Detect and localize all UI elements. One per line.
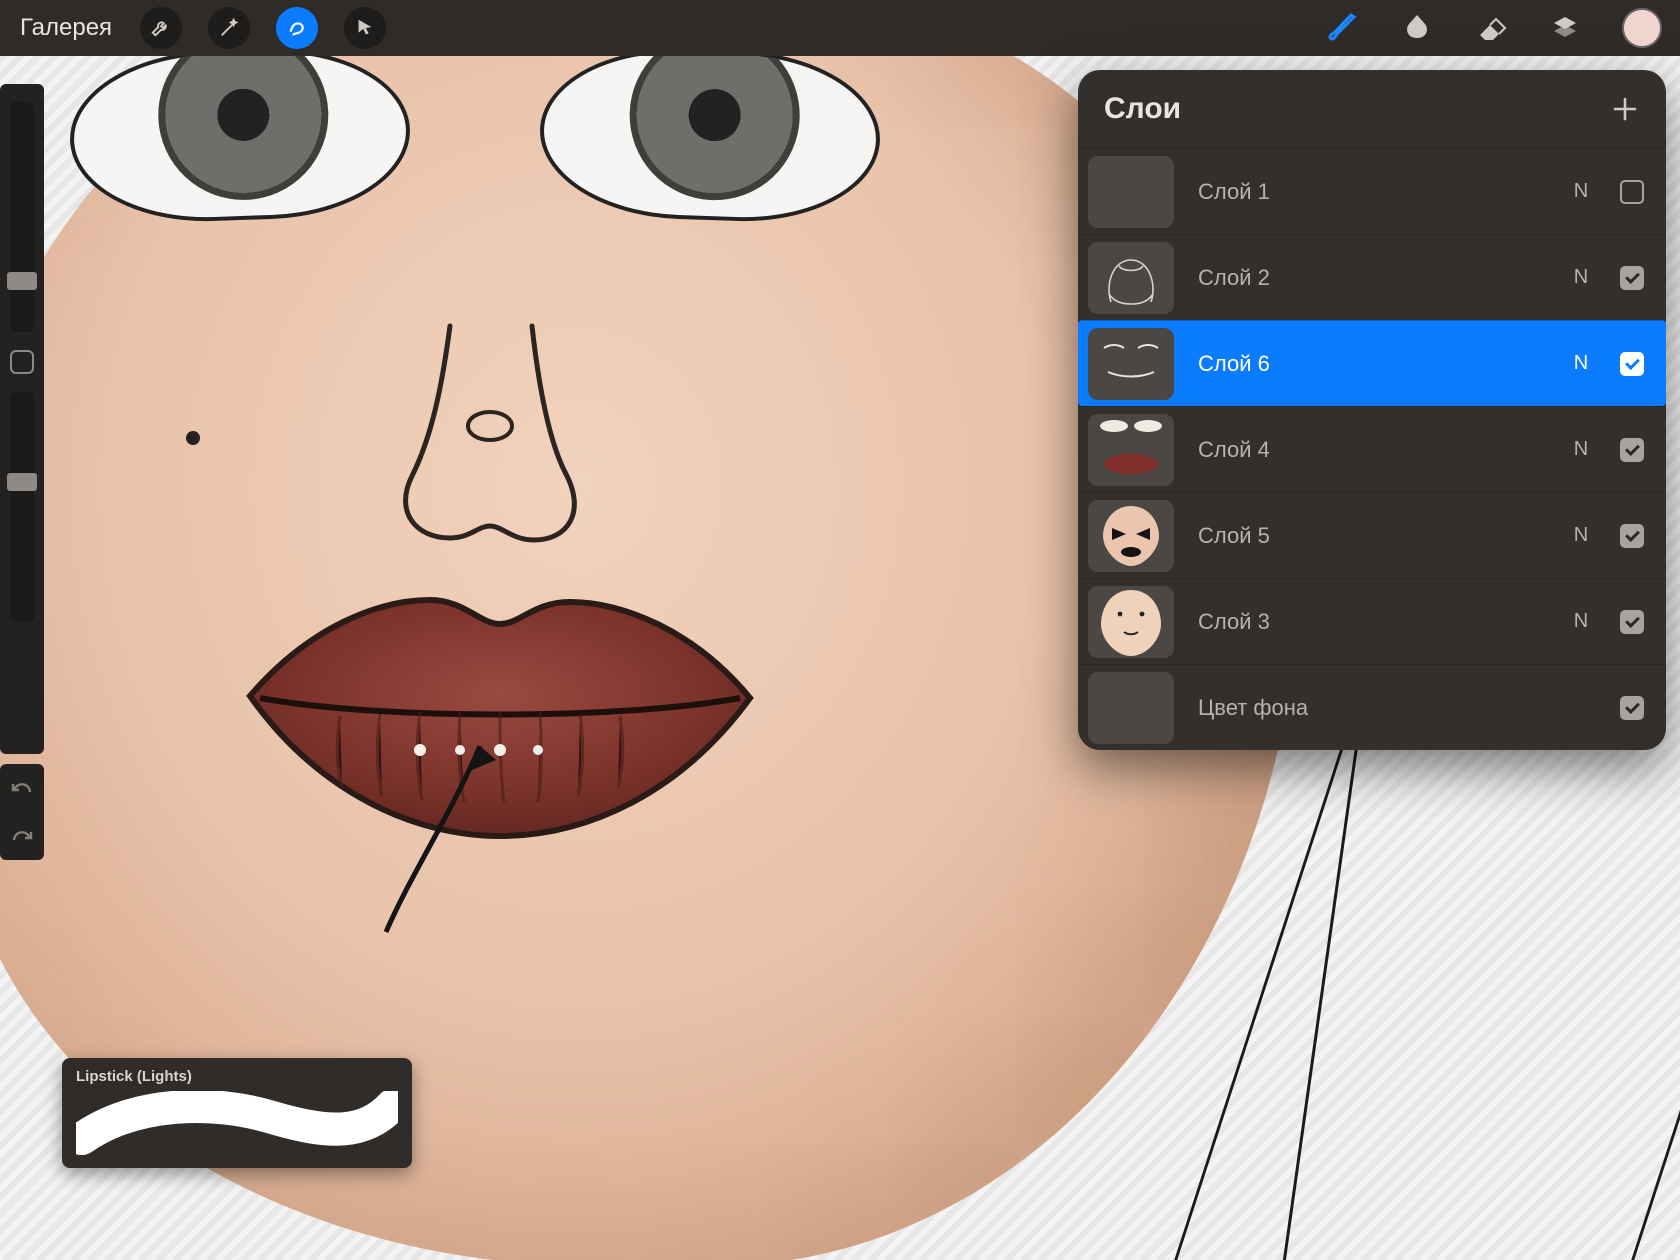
layer-thumb [1088, 242, 1174, 314]
layer-label: Слой 6 [1198, 351, 1542, 377]
layers-icon [1548, 11, 1582, 45]
top-toolbar-left: Галерея [18, 7, 386, 49]
left-slider-dock [0, 84, 44, 754]
layer-label: Цвет фона [1198, 695, 1542, 721]
layer-row-background[interactable]: Цвет фона N [1078, 664, 1666, 750]
select-tool-button[interactable] [276, 7, 318, 49]
artwork-mole [186, 431, 200, 445]
wand-tool-button[interactable] [208, 7, 250, 49]
layer-visibility-checkbox[interactable] [1620, 696, 1644, 720]
top-toolbar: Галерея [0, 0, 1680, 56]
layer-row-4[interactable]: Слой 4 N [1078, 406, 1666, 492]
layer-blend-letter[interactable]: N [1566, 438, 1596, 461]
layers-panel-header: Слои [1078, 70, 1666, 148]
layer-blend-letter[interactable]: N [1566, 180, 1596, 203]
layer-visibility-checkbox[interactable] [1620, 438, 1644, 462]
wand-icon [218, 17, 240, 39]
layer-visibility-checkbox[interactable] [1620, 180, 1644, 204]
eraser-icon [1474, 11, 1508, 45]
layer-row-5[interactable]: Слой 5 N [1078, 492, 1666, 578]
brush-icon [1326, 11, 1360, 45]
brush-size-thumb[interactable] [7, 272, 37, 290]
layer-visibility-checkbox[interactable] [1620, 352, 1644, 376]
undo-icon[interactable] [10, 778, 34, 798]
layer-thumb [1088, 328, 1174, 400]
layer-visibility-checkbox[interactable] [1620, 524, 1644, 548]
gallery-button[interactable]: Галерея [18, 10, 114, 46]
brush-chip[interactable]: Lipstick (Lights) [62, 1058, 412, 1168]
modifier-square-button[interactable] [10, 350, 34, 374]
select-icon [286, 17, 308, 39]
layer-label: Слой 3 [1198, 609, 1542, 635]
layer-thumb [1088, 586, 1174, 658]
layer-row-6[interactable]: Слой 6 N [1078, 320, 1666, 406]
plus-icon [1611, 95, 1639, 123]
layers-panel-title: Слои [1104, 92, 1181, 126]
brush-opacity-slider[interactable] [10, 392, 34, 622]
brush-tool-button[interactable] [1326, 11, 1360, 45]
layer-blend-letter[interactable]: N [1566, 524, 1596, 547]
layer-thumb [1088, 672, 1174, 744]
layer-label: Слой 5 [1198, 523, 1542, 549]
layers-panel: Слои Слой 1 N Слой 2 N Слой 6 N [1078, 70, 1666, 750]
pointer-tool-button[interactable] [344, 7, 386, 49]
layer-label: Слой 4 [1198, 437, 1542, 463]
layer-blend-letter[interactable]: N [1566, 352, 1596, 375]
layer-visibility-checkbox[interactable] [1620, 266, 1644, 290]
layer-blend-letter[interactable]: N [1566, 610, 1596, 633]
pointer-icon [354, 17, 376, 39]
eraser-tool-button[interactable] [1474, 11, 1508, 45]
layer-label: Слой 2 [1198, 265, 1542, 291]
layer-thumb [1088, 414, 1174, 486]
layer-thumb [1088, 156, 1174, 228]
smudge-tool-button[interactable] [1400, 11, 1434, 45]
brush-chip-name: Lipstick (Lights) [76, 1068, 398, 1085]
color-swatch-button[interactable] [1622, 8, 1662, 48]
layer-row-3[interactable]: Слой 3 N [1078, 578, 1666, 664]
top-toolbar-right [1326, 8, 1662, 48]
add-layer-button[interactable] [1610, 94, 1640, 124]
brush-opacity-thumb[interactable] [7, 473, 37, 491]
brush-chip-preview [76, 1091, 398, 1155]
artwork-hair-right [1260, 676, 1680, 1260]
wrench-tool-button[interactable] [140, 7, 182, 49]
layer-label: Слой 1 [1198, 179, 1542, 205]
layer-visibility-checkbox[interactable] [1620, 610, 1644, 634]
layer-thumb [1088, 500, 1174, 572]
layer-row-2[interactable]: Слой 2 N [1078, 234, 1666, 320]
artwork-nose [340, 316, 640, 596]
brush-size-slider[interactable] [10, 102, 34, 332]
artwork-lips [220, 576, 780, 856]
layers-button[interactable] [1548, 11, 1582, 45]
redo-icon[interactable] [10, 826, 34, 846]
smudge-icon [1400, 11, 1434, 45]
layers-list: Слой 1 N Слой 2 N Слой 6 N Сло [1078, 148, 1666, 750]
layer-row-1[interactable]: Слой 1 N [1078, 148, 1666, 234]
layer-blend-letter[interactable]: N [1566, 266, 1596, 289]
undo-redo-dock [0, 764, 44, 860]
wrench-icon [150, 17, 172, 39]
